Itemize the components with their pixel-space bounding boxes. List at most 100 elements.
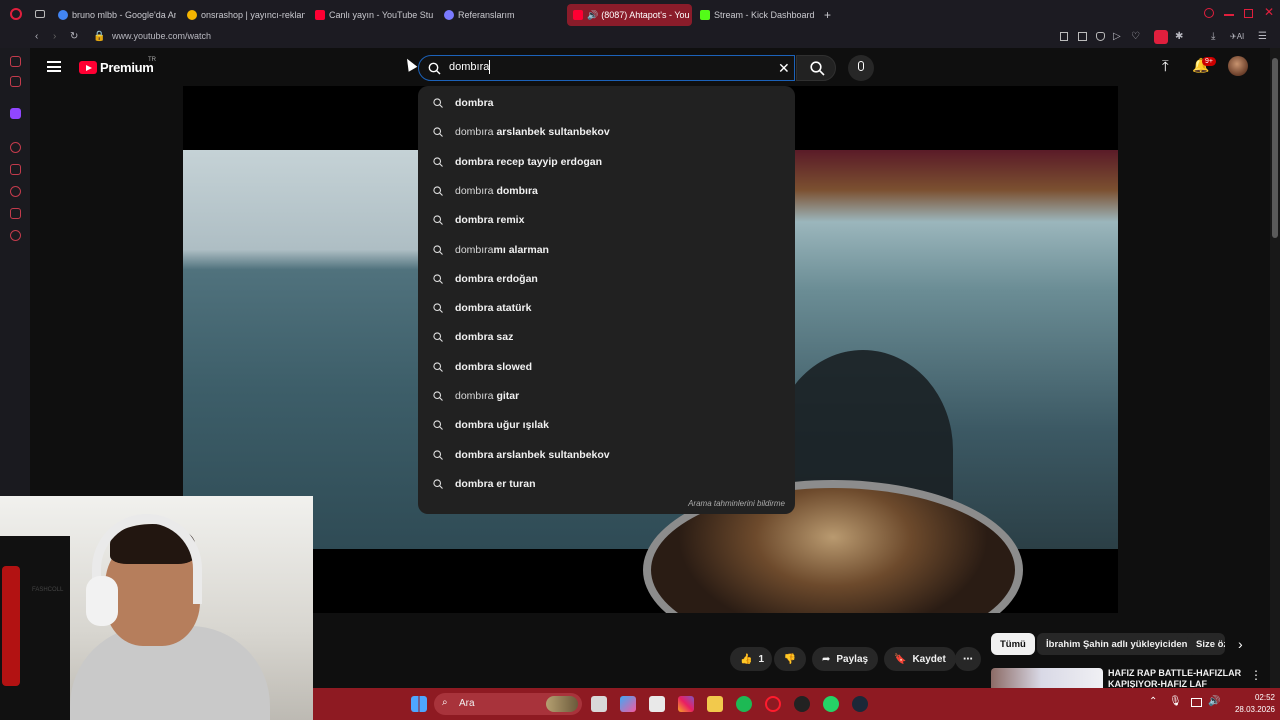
close-window-icon[interactable]: ✕ xyxy=(1264,5,1274,19)
download-icon[interactable]: ⤓ xyxy=(1211,31,1215,42)
search-button[interactable] xyxy=(796,55,836,81)
minimize-icon[interactable] xyxy=(1224,14,1234,16)
search-suggestion[interactable]: dombra er turan xyxy=(418,470,795,499)
rec-title[interactable]: HAFIZ RAP BATTLE-HAFIZLAR KAPIŞIYOR-HAFI… xyxy=(1108,668,1243,688)
search-suggestion[interactable]: dombra arslanbek sultanbekov xyxy=(418,441,795,470)
maximize-icon[interactable] xyxy=(1244,9,1253,18)
report-predictions-link[interactable]: Arama tahminlerini bildirme xyxy=(688,499,785,508)
youtube-logo-text[interactable]: Premium xyxy=(100,60,154,75)
voice-search-button[interactable] xyxy=(848,55,874,81)
spotify-icon[interactable] xyxy=(736,696,752,712)
dislike-button[interactable]: 👎 xyxy=(774,647,806,671)
pin-icon[interactable] xyxy=(1060,32,1068,41)
suggestion-typed-part: dombıra xyxy=(455,126,494,139)
search-suggestion[interactable]: dombıra arslanbek sultanbekov xyxy=(418,118,795,147)
chip-for-you[interactable]: Size öz xyxy=(1187,633,1225,655)
search-suggestion[interactable]: dombra atatürk xyxy=(418,294,795,323)
share-button[interactable]: ➦ Paylaş xyxy=(812,647,879,671)
tab-onsrashop[interactable]: onsrashop | yayıncı-reklan xyxy=(187,4,305,26)
ai-icon[interactable]: ✈AI xyxy=(1230,32,1244,41)
hamburger-menu-icon[interactable] xyxy=(47,61,61,72)
shield-icon[interactable] xyxy=(1096,32,1105,41)
upload-icon[interactable]: ⤒ xyxy=(1162,58,1169,75)
sidebar-item-extensions[interactable] xyxy=(10,208,21,219)
extension-active-icon[interactable] xyxy=(1154,30,1168,44)
back-icon[interactable]: ‹ xyxy=(35,31,38,42)
rec-more-icon[interactable]: ⋮ xyxy=(1250,668,1262,682)
sidebar-item-settings[interactable] xyxy=(10,230,21,241)
snapshot-icon[interactable] xyxy=(1078,32,1087,41)
search-suggestion[interactable]: dombra remix xyxy=(418,206,795,235)
rec-thumbnail[interactable] xyxy=(991,668,1103,688)
tab-google[interactable]: bruno mlbb - Google'da Ar xyxy=(58,4,176,26)
suggestion-text: dombıra arslanbek sultanbekov xyxy=(455,126,610,138)
play-icon[interactable]: ▷ xyxy=(1113,31,1121,42)
sidebar-item-news[interactable] xyxy=(10,56,21,67)
search-suggestion[interactable]: dombra erdoğan xyxy=(418,265,795,294)
search-tabs-icon[interactable] xyxy=(1204,8,1214,18)
opera-logo-icon[interactable] xyxy=(10,8,22,20)
taskbar-search-input[interactable]: ⌕ Ara xyxy=(434,693,582,715)
search-suggestion[interactable]: dombıramı alarman xyxy=(418,236,795,265)
display-tray-icon[interactable] xyxy=(1191,698,1202,707)
whatsapp-icon[interactable] xyxy=(823,696,839,712)
chevron-right-icon[interactable]: › xyxy=(1238,636,1243,652)
tab-youtube-active[interactable]: 🔊 (8087) Ahtapot's - You xyxy=(567,4,692,26)
search-suggestion[interactable]: dombıra dombıra xyxy=(418,177,795,206)
like-button[interactable]: 👍 1 xyxy=(730,647,772,671)
avatar[interactable] xyxy=(1228,56,1248,76)
search-suggestion[interactable]: dombra xyxy=(418,89,795,118)
store-icon[interactable] xyxy=(649,696,665,712)
reload-icon[interactable]: ↻ xyxy=(70,31,78,42)
search-suggestion[interactable]: dombra saz xyxy=(418,323,795,352)
sidebar-item-twitch[interactable] xyxy=(10,108,21,119)
clock-time[interactable]: 02:52 xyxy=(1245,693,1275,702)
chip-all[interactable]: Tümü xyxy=(991,633,1035,655)
new-tab-button[interactable]: + xyxy=(824,4,836,26)
clock-date[interactable]: 28.03.2026 xyxy=(1225,705,1275,714)
tab-overview-icon[interactable] xyxy=(35,10,45,18)
tab-referanslarim[interactable]: Referanslarım xyxy=(444,4,562,26)
gaming-chair-accent xyxy=(2,566,20,686)
text-cursor xyxy=(489,60,490,74)
suggestion-typed-part: dombıra xyxy=(455,243,494,256)
clear-search-icon[interactable]: ✕ xyxy=(778,60,790,77)
search-suggestion[interactable]: dombıra gitar xyxy=(418,382,795,411)
instagram-icon[interactable] xyxy=(678,696,694,712)
steam-icon[interactable] xyxy=(852,696,868,712)
copilot-icon[interactable] xyxy=(620,696,636,712)
opera-icon[interactable] xyxy=(765,696,781,712)
obs-icon[interactable] xyxy=(794,696,810,712)
sidebar-item-messenger[interactable] xyxy=(10,76,21,87)
share-label: Paylaş xyxy=(836,653,869,665)
scrollbar-thumb[interactable] xyxy=(1272,58,1278,238)
url-field[interactable]: www.youtube.com/watch xyxy=(112,31,211,41)
sidebar-item-player[interactable] xyxy=(10,142,21,153)
puzzle-icon[interactable]: ✱ xyxy=(1175,31,1183,42)
forward-icon[interactable]: › xyxy=(53,31,56,42)
browser-tab-bar: bruno mlbb - Google'da Ar onsrashop | ya… xyxy=(0,0,1280,28)
search-suggestion[interactable]: dombra uğur ışılak xyxy=(418,411,795,440)
sidebar-item-history[interactable] xyxy=(10,186,21,197)
tab-kick[interactable]: Stream - Kick Dashboard xyxy=(700,4,818,26)
speaker-icon[interactable]: 🔊 xyxy=(587,10,598,21)
tray-chevron-icon[interactable]: ⌃ xyxy=(1149,696,1157,707)
chip-uploader[interactable]: İbrahim Şahin adlı yükleyiciden xyxy=(1037,633,1197,655)
windows-start-icon[interactable] xyxy=(411,696,427,712)
search-suggestion[interactable]: dombra slowed xyxy=(418,353,795,382)
menu-icon[interactable]: ☰ xyxy=(1258,31,1267,42)
tab-youtube-studio[interactable]: Canlı yayın - YouTube Stu xyxy=(315,4,433,26)
mic-tray-icon[interactable]: 🎙 xyxy=(1169,696,1182,707)
save-button[interactable]: 🔖 Kaydet xyxy=(884,647,956,671)
more-actions-button[interactable]: ⋯ xyxy=(955,647,981,671)
page-scrollbar[interactable] xyxy=(1270,48,1280,688)
bookmark-icon: 🔖 xyxy=(894,653,907,665)
suggestion-completion: mı alarman xyxy=(493,243,549,256)
folder-icon[interactable] xyxy=(707,696,723,712)
youtube-logo-icon[interactable] xyxy=(79,61,97,74)
sidebar-item-wallet[interactable] xyxy=(10,164,21,175)
file-explorer-icon[interactable] xyxy=(591,696,607,712)
heart-icon[interactable]: ♡ xyxy=(1131,31,1140,42)
search-suggestion[interactable]: dombra recep tayyip erdogan xyxy=(418,148,795,177)
volume-tray-icon[interactable]: 🔊 xyxy=(1208,696,1220,707)
